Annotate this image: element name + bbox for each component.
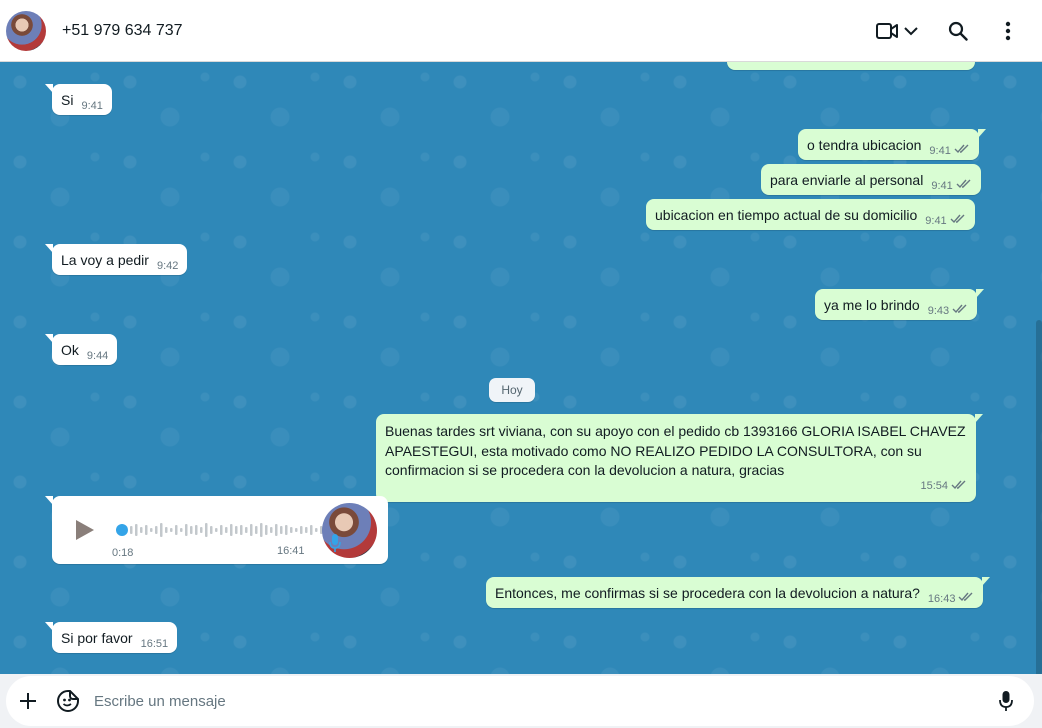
chat-messages-area[interactable]: Si 9:41 o tendra ubicacion 9:41 para envia… bbox=[0, 62, 1042, 674]
message-bubble-outgoing[interactable]: para enviarle al personal 9:41 bbox=[761, 164, 981, 195]
double-check-icon bbox=[956, 179, 971, 189]
audio-waveform[interactable] bbox=[116, 522, 350, 538]
composer-field bbox=[6, 676, 1034, 726]
date-separator: Hoy bbox=[489, 378, 535, 402]
message-text: para enviarle al personal bbox=[770, 172, 924, 188]
message-text: ubicacion en tiempo actual de su domicil… bbox=[655, 207, 918, 223]
voice-message[interactable]: 0:18 16:41 bbox=[45, 496, 388, 564]
message-time: 9:43 bbox=[927, 305, 950, 317]
voice-record-button[interactable] bbox=[986, 681, 1026, 721]
contact-name[interactable]: +51 979 634 737 bbox=[62, 22, 183, 40]
message-bubble-outgoing[interactable]: Buenas tardes srt viviana, con su apoyo … bbox=[376, 414, 983, 502]
double-check-icon bbox=[951, 480, 966, 489]
message-time: 9:41 bbox=[81, 100, 103, 112]
video-call-icon bbox=[876, 22, 898, 39]
message-text: Ok bbox=[61, 342, 79, 358]
message-input[interactable] bbox=[94, 692, 986, 710]
double-check-icon bbox=[958, 592, 973, 602]
message-bubble-outgoing[interactable]: o tendra ubicacion 9:41 bbox=[798, 129, 986, 160]
sticker-icon bbox=[57, 690, 79, 712]
double-check-icon bbox=[952, 304, 967, 314]
message-time: 9:41 bbox=[929, 145, 951, 157]
message-time: 9:41 bbox=[931, 180, 953, 192]
message-time: 16:43 bbox=[927, 593, 956, 605]
message-time: 15:54 bbox=[920, 479, 948, 492]
more-options-button[interactable] bbox=[988, 11, 1028, 51]
message-bubble-incoming[interactable]: Ok 9:44 bbox=[44, 334, 118, 365]
header-actions bbox=[872, 11, 1042, 51]
double-check-icon bbox=[950, 214, 965, 224]
contact-avatar[interactable] bbox=[6, 10, 46, 51]
composer-bar bbox=[0, 674, 1042, 728]
message-text: ya me lo brindo bbox=[824, 297, 920, 313]
message-time: 9:44 bbox=[86, 350, 109, 362]
message-time: 16:51 bbox=[140, 638, 169, 650]
message-bubble-partial[interactable] bbox=[727, 62, 975, 70]
message-text: Buenas tardes srt viviana, con su apoyo … bbox=[385, 423, 966, 478]
message-bubble-outgoing[interactable]: Entonces, me confirmas si se procedera c… bbox=[486, 577, 991, 608]
more-vert-icon bbox=[1005, 21, 1011, 40]
message-text: Si por favor bbox=[61, 630, 133, 646]
message-time: 16:41 bbox=[277, 545, 305, 557]
play-icon[interactable] bbox=[72, 518, 96, 542]
chat-header: +51 979 634 737 bbox=[0, 0, 1042, 62]
message-bubble-incoming[interactable]: Si 9:41 bbox=[45, 84, 112, 115]
message-text: Si bbox=[61, 92, 74, 108]
message-bubble-incoming[interactable]: La voy a pedir 9:42 bbox=[44, 244, 188, 275]
message-text: Entonces, me confirmas si se procedera c… bbox=[495, 585, 920, 601]
chat-scrollbar[interactable] bbox=[1036, 320, 1042, 674]
video-call-button[interactable] bbox=[872, 11, 922, 51]
sticker-emoji-button[interactable] bbox=[48, 681, 88, 721]
plus-icon bbox=[20, 693, 36, 709]
message-time: 9:41 bbox=[925, 215, 947, 227]
attach-button[interactable] bbox=[8, 681, 48, 721]
double-check-icon bbox=[954, 144, 969, 154]
search-button[interactable] bbox=[938, 11, 978, 51]
voice-duration: 0:18 bbox=[112, 547, 134, 559]
search-icon bbox=[948, 21, 968, 41]
message-text: o tendra ubicacion bbox=[807, 137, 922, 153]
message-bubble-outgoing[interactable]: ubicacion en tiempo actual de su domicil… bbox=[646, 199, 975, 230]
message-time: 9:42 bbox=[156, 260, 179, 272]
message-bubble-incoming[interactable]: Si por favor 16:51 bbox=[44, 622, 178, 653]
chevron-down-icon bbox=[904, 26, 918, 35]
mic-icon bbox=[999, 691, 1013, 711]
message-text: La voy a pedir bbox=[61, 252, 149, 268]
message-bubble-outgoing[interactable]: ya me lo brindo 9:43 bbox=[815, 289, 985, 320]
mic-icon bbox=[329, 534, 341, 552]
